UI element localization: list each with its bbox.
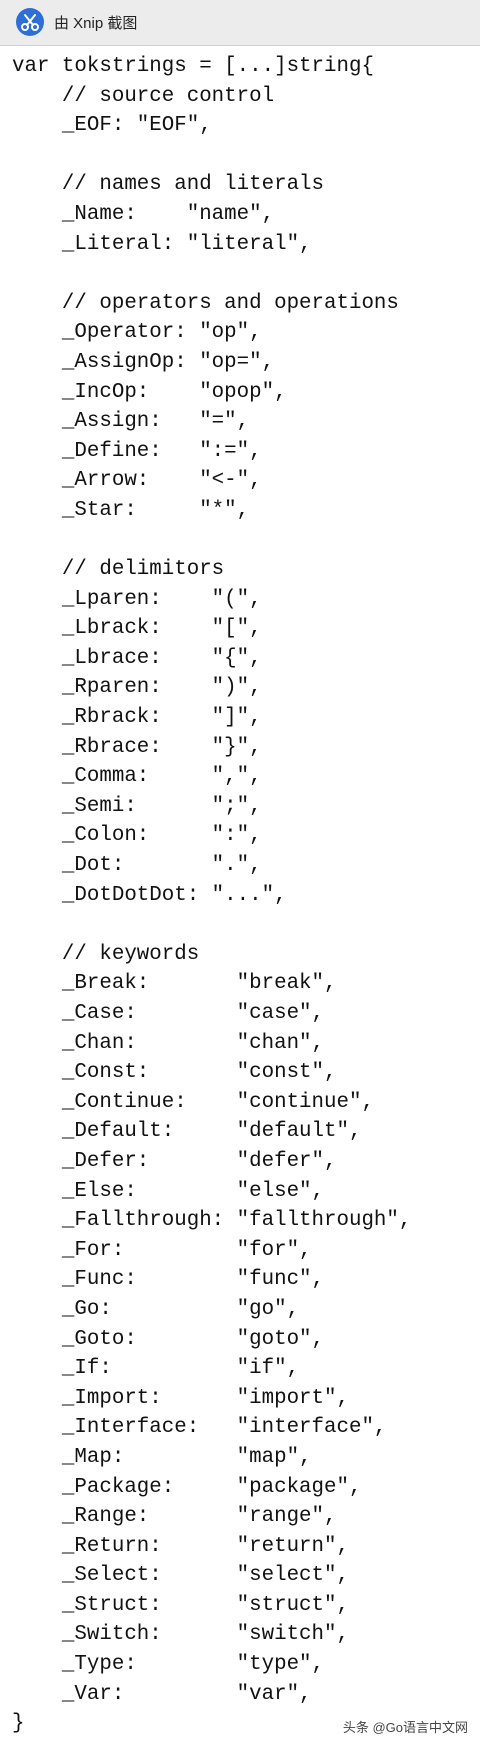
code-line: _Define: ":=",	[12, 439, 262, 463]
code-line: _Star: "*",	[12, 498, 250, 522]
code-line: _Rparen: ")",	[12, 676, 262, 700]
code-line: _For: "for",	[12, 1238, 312, 1262]
code-line: // keywords	[12, 942, 200, 966]
code-line: _Const: "const",	[12, 1061, 337, 1085]
code-line: _Colon: ":",	[12, 824, 262, 848]
code-line: _Fallthrough: "fallthrough",	[12, 1209, 412, 1233]
code-line: _Name: "name",	[12, 202, 275, 226]
code-line: _Case: "case",	[12, 1002, 325, 1025]
code-line: _Func: "func",	[12, 1268, 325, 1292]
window-title: 由 Xnip 截图	[54, 15, 138, 32]
code-line: _Literal: "literal",	[12, 232, 312, 256]
code-block: var tokstrings = [...]string{ // source …	[12, 52, 472, 1739]
code-line: _Lparen: "(",	[12, 587, 262, 611]
code-line: _Type: "type",	[12, 1653, 325, 1677]
code-line: _Range: "range",	[12, 1505, 337, 1529]
code-line: _Defer: "defer",	[12, 1149, 337, 1173]
code-line: _If: "if",	[12, 1357, 300, 1381]
code-line: _Operator: "op",	[12, 321, 262, 345]
code-line: // source control	[12, 84, 275, 108]
code-line: _DotDotDot: "...",	[12, 883, 287, 907]
code-line: _Else: "else",	[12, 1179, 325, 1203]
code-line: _Go: "go",	[12, 1297, 300, 1321]
code-line: _Arrow: "<-",	[12, 469, 262, 493]
code-line: _Rbrack: "]",	[12, 706, 262, 730]
code-line: _AssignOp: "op=",	[12, 350, 275, 374]
window-titlebar: 由 Xnip 截图	[0, 0, 480, 46]
code-line: _Chan: "chan",	[12, 1031, 325, 1055]
code-line: _Dot: ".",	[12, 854, 262, 878]
code-line: _Rbrace: "}",	[12, 735, 262, 759]
code-line: _EOF: "EOF",	[12, 114, 212, 138]
code-line: // operators and operations	[12, 291, 399, 315]
code-line: var tokstrings = [...]string{	[12, 55, 374, 78]
code-line: _Package: "package",	[12, 1475, 362, 1499]
code-line: _Interface: "interface",	[12, 1416, 387, 1440]
watermark: 头条 @Go语言中文网	[342, 1720, 468, 1735]
code-line: _Semi: ";",	[12, 794, 262, 818]
code-line: _Struct: "struct",	[12, 1593, 349, 1617]
code-line: _Goto: "goto",	[12, 1327, 325, 1351]
code-line: _Switch: "switch",	[12, 1623, 349, 1647]
code-line: _Map: "map",	[12, 1445, 312, 1469]
code-line: _Select: "select",	[12, 1564, 349, 1588]
code-line: _Lbrace: "{",	[12, 646, 262, 670]
code-line: _Return: "return",	[12, 1534, 349, 1558]
code-line: _Comma: ",",	[12, 765, 262, 789]
code-line: _Break: "break",	[12, 972, 337, 996]
code-line: _Lbrack: "[",	[12, 617, 262, 641]
code-line: // delimitors	[12, 558, 225, 582]
code-line: _Assign: "=",	[12, 410, 250, 434]
code-line: _Default: "default",	[12, 1120, 362, 1144]
xnip-scissors-icon	[16, 8, 44, 36]
code-line: _Var: "var",	[12, 1682, 312, 1706]
code-line: // names and literals	[12, 173, 325, 197]
code-line: _Import: "import",	[12, 1386, 349, 1410]
code-line: _IncOp: "opop",	[12, 380, 287, 404]
code-line: _Continue: "continue",	[12, 1090, 374, 1114]
